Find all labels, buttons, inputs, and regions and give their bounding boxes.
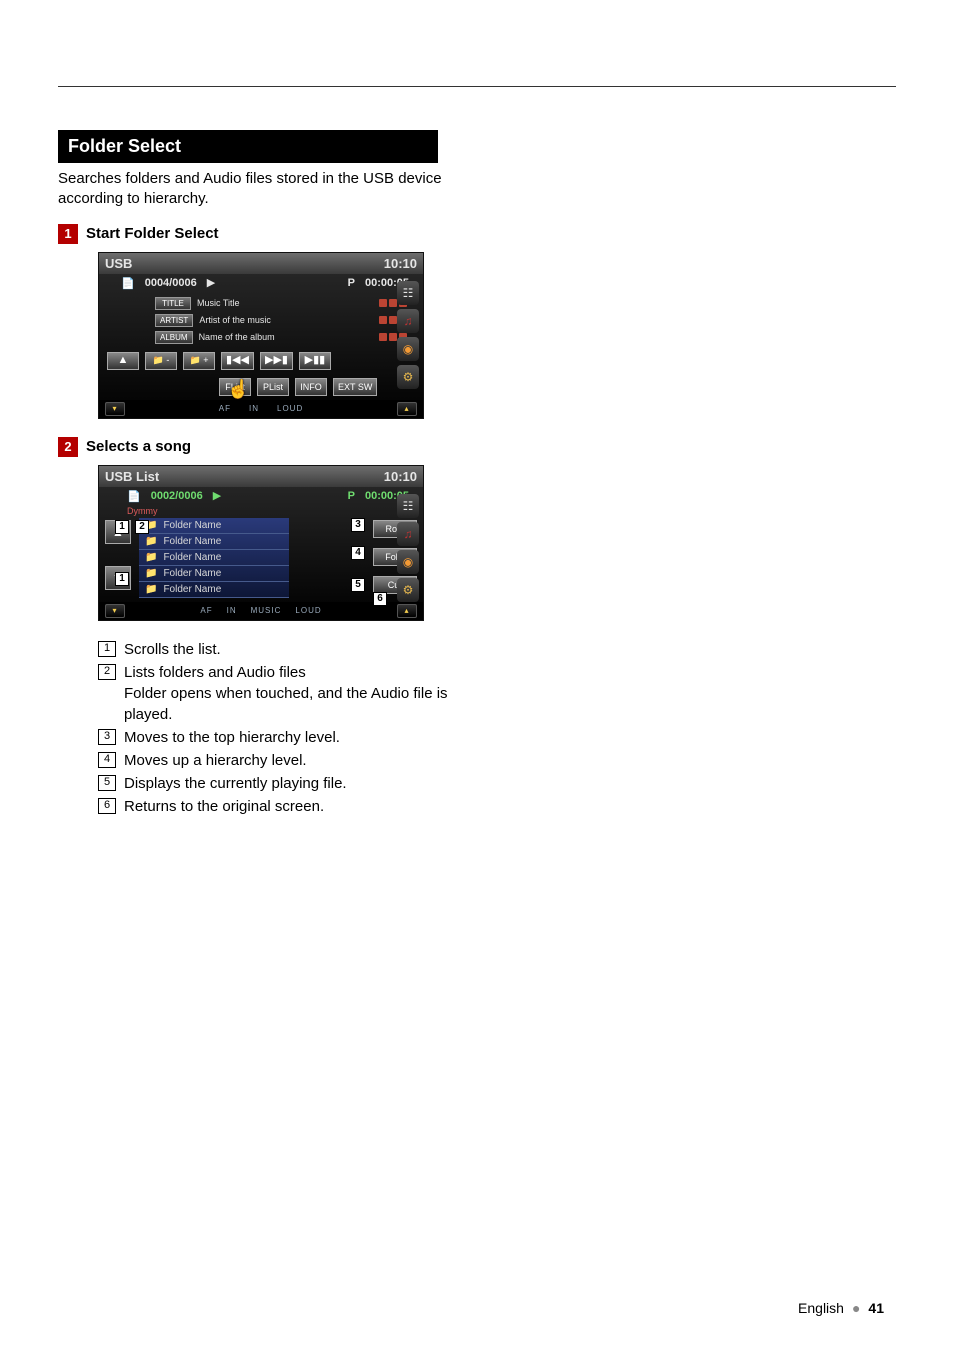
title-value: Music Title bbox=[197, 298, 240, 308]
usblist-title: USB List bbox=[105, 469, 159, 484]
next-track-button[interactable]: ▶▶▮ bbox=[260, 352, 293, 370]
footer-in: IN bbox=[227, 606, 237, 615]
track-index: 0004/0006 bbox=[145, 277, 197, 289]
extsw-button[interactable]: EXT SW bbox=[333, 378, 377, 396]
list-item[interactable]: 📁Folder Name bbox=[139, 566, 289, 582]
file-icon: 📄 bbox=[127, 490, 141, 503]
callout-1b: 1 bbox=[115, 572, 129, 586]
footer-in: IN bbox=[249, 404, 259, 413]
legend-2: 2 Lists folders and Audio files Folder o… bbox=[98, 662, 488, 725]
prev-track-button[interactable]: ▮◀◀ bbox=[221, 352, 254, 370]
usblist-clock: 10:10 bbox=[384, 469, 417, 484]
folder-list[interactable]: 📁Folder Name 📁Folder Name 📁Folder Name 📁… bbox=[139, 518, 289, 598]
callout-2: 2 bbox=[135, 520, 149, 534]
eject-button[interactable]: ▲ bbox=[107, 352, 139, 370]
side-icon-3[interactable]: ◉ bbox=[397, 550, 419, 574]
folder-minus-button[interactable]: 📁 - bbox=[145, 352, 177, 370]
list-item[interactable]: 📁Folder Name bbox=[139, 534, 289, 550]
page-footer: English ● 41 bbox=[798, 1300, 884, 1316]
list-track-index: 0002/0006 bbox=[151, 490, 203, 502]
footer-lang: English bbox=[798, 1300, 844, 1316]
play-pause-button[interactable]: ▶▮▮ bbox=[299, 352, 331, 370]
list-item[interactable]: 📁Folder Name bbox=[139, 582, 289, 598]
folder-icon: 📁 bbox=[145, 552, 157, 563]
file-icon: 📄 bbox=[121, 277, 135, 290]
folder-plus-button[interactable]: 📁 + bbox=[183, 352, 215, 370]
side-icon-3[interactable]: ◉ bbox=[397, 337, 419, 361]
artist-value: Artist of the music bbox=[199, 315, 271, 325]
list-item[interactable]: 📁Folder Name bbox=[139, 550, 289, 566]
track-mode: P bbox=[348, 277, 355, 289]
callout-4: 4 bbox=[351, 546, 365, 560]
dummy-label: Dymmy bbox=[99, 506, 423, 516]
artist-button[interactable]: ARTIST bbox=[155, 314, 193, 327]
usb-screenshot: USB 10:10 📄 0004/0006 ▶ P 00:00:05 TITLE… bbox=[98, 252, 424, 419]
legend-3: 3 Moves to the top hierarchy level. bbox=[98, 727, 488, 748]
pointer-icon: ☝ bbox=[227, 379, 249, 400]
folder-icon: 📁 bbox=[145, 536, 157, 547]
step-2: 2 Selects a song bbox=[58, 437, 488, 457]
footer-af: AF bbox=[219, 404, 231, 413]
footer-af: AF bbox=[200, 606, 212, 615]
panel-up-icon[interactable]: ▴ bbox=[397, 604, 417, 618]
list-item[interactable]: 📁Folder Name bbox=[139, 518, 289, 534]
step-2-number: 2 bbox=[58, 437, 78, 457]
callout-5: 5 bbox=[351, 578, 365, 592]
footer-bullet-icon: ● bbox=[852, 1300, 860, 1316]
step-1-title: Start Folder Select bbox=[86, 225, 219, 242]
panel-down-icon[interactable]: ▾ bbox=[105, 402, 125, 416]
usb-title: USB bbox=[105, 256, 132, 271]
step-1: 1 Start Folder Select bbox=[58, 224, 488, 244]
play-icon: ▶ bbox=[207, 278, 215, 289]
plist-button[interactable]: PList bbox=[257, 378, 289, 396]
side-icon-4[interactable]: ⚙ bbox=[397, 578, 419, 602]
legend-4: 4 Moves up a hierarchy level. bbox=[98, 750, 488, 771]
section-title: Folder Select bbox=[58, 130, 438, 163]
side-icon-2[interactable]: ♫ bbox=[397, 522, 419, 546]
side-icon-1[interactable]: ☷ bbox=[397, 494, 419, 518]
callout-6: 6 bbox=[373, 592, 387, 606]
folder-icon: 📁 bbox=[145, 568, 157, 579]
footer-loud: LOUD bbox=[277, 404, 303, 413]
side-icon-1[interactable]: ☷ bbox=[397, 281, 419, 305]
side-icon-2[interactable]: ♫ bbox=[397, 309, 419, 333]
side-icon-4[interactable]: ⚙ bbox=[397, 365, 419, 389]
info-button[interactable]: INFO bbox=[295, 378, 327, 396]
panel-up-icon[interactable]: ▴ bbox=[397, 402, 417, 416]
legend-5: 5 Displays the currently playing file. bbox=[98, 773, 488, 794]
list-track-mode: P bbox=[348, 490, 355, 502]
album-value: Name of the album bbox=[199, 332, 275, 342]
callout-3: 3 bbox=[351, 518, 365, 532]
footer-loud: LOUD bbox=[295, 606, 321, 615]
usb-clock: 10:10 bbox=[384, 256, 417, 271]
legend-6: 6 Returns to the original screen. bbox=[98, 796, 488, 817]
callout-1a: 1 bbox=[115, 520, 129, 534]
usb-list-screenshot: USB List 10:10 📄 0002/0006 ▶ P 00:00:05 … bbox=[98, 465, 424, 621]
folder-icon: 📁 bbox=[145, 584, 157, 595]
panel-down-icon[interactable]: ▾ bbox=[105, 604, 125, 618]
footer-page-number: 41 bbox=[868, 1300, 884, 1316]
legend-1: 1 Scrolls the list. bbox=[98, 639, 488, 660]
footer-music: MUSIC bbox=[251, 606, 282, 615]
section-description: Searches folders and Audio files stored … bbox=[58, 169, 488, 210]
step-1-number: 1 bbox=[58, 224, 78, 244]
step-2-title: Selects a song bbox=[86, 438, 191, 455]
album-button[interactable]: ALBUM bbox=[155, 331, 193, 344]
play-icon: ▶ bbox=[213, 491, 221, 502]
title-button[interactable]: TITLE bbox=[155, 297, 191, 310]
